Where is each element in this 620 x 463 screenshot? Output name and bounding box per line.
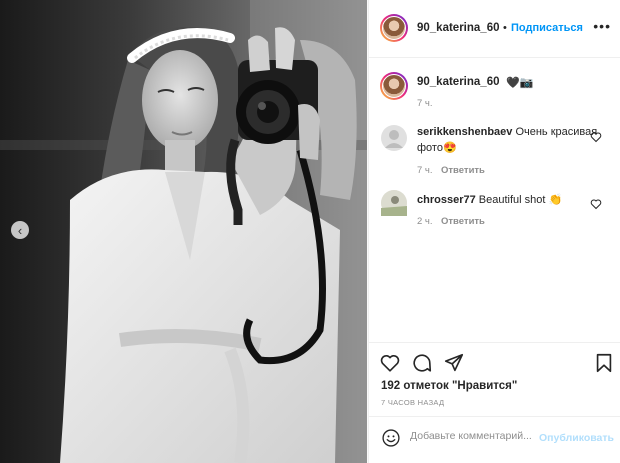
comment-icon[interactable]	[411, 352, 433, 374]
heart-icon[interactable]	[379, 352, 401, 374]
post-panel: 90_katerina_60 • Подписаться ••• 90_kate…	[368, 0, 620, 463]
like-comment-heart-icon[interactable]	[590, 198, 602, 210]
comment-body: Beautiful shot	[478, 194, 546, 206]
posted-time: 7 ЧАСОВ НАЗАД	[381, 398, 445, 407]
share-icon[interactable]	[443, 352, 465, 374]
add-comment-input[interactable]	[410, 430, 535, 442]
commenter-username[interactable]: chrosser77	[417, 194, 476, 206]
comment-text: chrosser77 Beautiful shot 👏	[417, 192, 607, 208]
author-username[interactable]: 90_katerina_60	[417, 22, 499, 34]
comment-time: 2 ч.	[417, 216, 433, 227]
caption-time: 7 ч.	[417, 98, 433, 109]
comment-box-divider	[369, 416, 620, 417]
header-separator: •	[503, 22, 507, 34]
commenter-avatar[interactable]	[381, 125, 407, 151]
prev-photo-button[interactable]: ‹	[11, 221, 29, 239]
comment-time: 7 ч.	[417, 165, 433, 176]
reply-button[interactable]: Ответить	[441, 216, 485, 227]
likes-count[interactable]: 192 отметок "Нравится"	[381, 380, 517, 392]
comment-text: serikkenshenbaev Очень красивая фото😍	[417, 124, 607, 156]
post-header: 90_katerina_60 • Подписаться •••	[369, 0, 620, 58]
emoji-icon[interactable]	[381, 428, 401, 448]
comment-emoji: 👏	[548, 194, 563, 206]
reply-button[interactable]: Ответить	[441, 165, 485, 176]
caption-username[interactable]: 90_katerina_60	[417, 76, 499, 88]
caption-text: 🖤📷	[506, 77, 534, 89]
author-avatar[interactable]	[380, 14, 408, 42]
more-options-button[interactable]: •••	[593, 18, 611, 34]
commenter-avatar[interactable]	[381, 190, 407, 216]
caption-avatar[interactable]	[380, 72, 408, 100]
post-modal: ‹ 90_katerina_60 • Подписаться ••• 90_ka…	[0, 0, 620, 463]
like-comment-heart-icon[interactable]	[590, 131, 602, 143]
actions-divider	[369, 342, 620, 343]
publish-button[interactable]: Опубликовать	[539, 432, 614, 444]
bookmark-icon[interactable]	[593, 352, 615, 374]
follow-button[interactable]: Подписаться	[511, 22, 583, 34]
commenter-username[interactable]: serikkenshenbaev	[417, 126, 512, 138]
chevron-left-icon: ‹	[17, 222, 23, 238]
post-photo[interactable]: ‹	[0, 0, 367, 463]
comment-emoji: 😍	[442, 142, 457, 154]
photo-image	[0, 0, 367, 463]
